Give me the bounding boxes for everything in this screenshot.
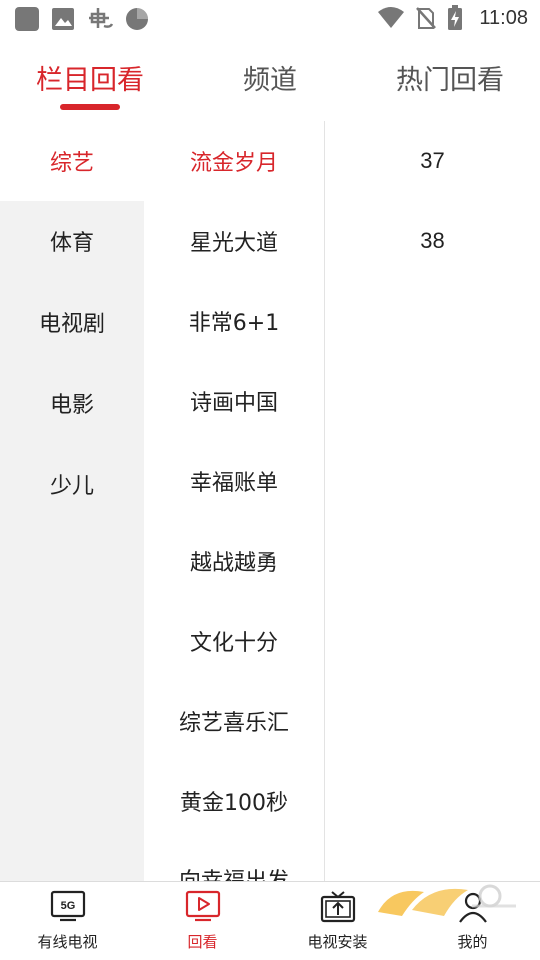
program-item[interactable]: 诗画中国 [144, 361, 324, 441]
episode-item[interactable]: 37 [325, 121, 540, 201]
category-list: 综艺 体育 电视剧 电影 少儿 [0, 121, 144, 881]
nav-label-mine: 我的 [457, 933, 488, 951]
app-square-icon [15, 7, 39, 31]
watermark-logo [378, 884, 516, 916]
circle-icon [126, 8, 148, 30]
episode-item[interactable]: 38 [325, 201, 540, 281]
category-item-variety[interactable]: 综艺 [0, 121, 144, 201]
tv-5g-badge: 5G [60, 900, 75, 912]
program-list: 流金岁月 星光大道 非常6+1 诗画中国 幸福账单 越战越勇 文化十分 综艺喜乐… [144, 121, 324, 881]
nav-item-replay[interactable]: 回看 [135, 882, 270, 960]
tab-hot-replay[interactable]: 热门回看 [396, 58, 504, 97]
wifi-icon [378, 7, 405, 28]
category-item-tv-series[interactable]: 电视剧 [0, 282, 144, 362]
program-item[interactable]: 非常6+1 [144, 281, 324, 361]
image-icon [52, 8, 74, 30]
nav-label-cable-tv: 有线电视 [37, 933, 98, 951]
program-item[interactable]: 黄金100秒 [144, 761, 324, 841]
play-tv-icon [185, 890, 220, 922]
bug-icon [89, 8, 114, 28]
tab-channels[interactable]: 频道 [243, 58, 297, 97]
program-item[interactable]: 综艺喜乐汇 [144, 681, 324, 761]
5g-tv-icon: 5G [50, 890, 85, 922]
status-bar: 11:08 [0, 0, 540, 36]
nav-label-replay: 回看 [187, 933, 218, 951]
program-item[interactable]: 幸福账单 [144, 441, 324, 521]
active-tab-indicator [60, 104, 120, 110]
tab-column-replay[interactable]: 栏目回看 [36, 58, 144, 97]
tv-install-icon [320, 891, 355, 923]
program-item[interactable]: 星光大道 [144, 201, 324, 281]
nav-label-tv-install: 电视安装 [307, 933, 368, 951]
episode-list: 37 38 [325, 121, 540, 881]
category-item-movies[interactable]: 电影 [0, 363, 144, 443]
category-item-kids[interactable]: 少儿 [0, 444, 144, 524]
no-signal-icon [416, 7, 437, 29]
status-time: 11:08 [479, 6, 528, 29]
program-item[interactable]: 越战越勇 [144, 521, 324, 601]
program-item[interactable]: 向幸福出发 [144, 839, 324, 881]
program-item[interactable]: 文化十分 [144, 601, 324, 681]
category-item-sports[interactable]: 体育 [0, 201, 144, 281]
nav-item-cable-tv[interactable]: 5G 有线电视 [0, 882, 135, 960]
program-item[interactable]: 流金岁月 [144, 121, 324, 201]
battery-charging-icon [448, 5, 463, 30]
